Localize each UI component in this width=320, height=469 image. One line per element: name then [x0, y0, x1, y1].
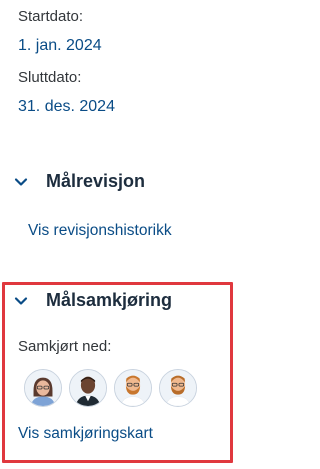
- end-date-value: 31. des. 2024: [18, 98, 115, 115]
- alignment-map-link[interactable]: Vis samkjøringskart: [18, 425, 153, 443]
- aligned-avatars: [24, 369, 197, 407]
- start-date-value: 1. jan. 2024: [18, 37, 102, 54]
- avatar-man-beard-icon[interactable]: [159, 369, 197, 407]
- start-date-label: Startdato:: [18, 8, 84, 25]
- aligned-down-label: Samkjørt ned:: [18, 338, 112, 355]
- chevron-down-icon[interactable]: [14, 175, 28, 189]
- revision-section-header[interactable]: Målrevisjon: [14, 171, 145, 192]
- revision-section-title: Målrevisjon: [46, 171, 146, 191]
- end-date-label: Sluttdato:: [18, 69, 82, 86]
- alignment-section-header[interactable]: Målsamkjøring: [14, 290, 172, 311]
- alignment-section-title: Målsamkjøring: [46, 290, 173, 310]
- avatar-woman-icon[interactable]: [24, 369, 62, 407]
- chevron-down-icon[interactable]: [14, 294, 28, 308]
- avatar-man-dark-icon[interactable]: [69, 369, 107, 407]
- avatar-man-beard-icon[interactable]: [114, 369, 152, 407]
- revision-history-link[interactable]: Vis revisjonshistorikk: [28, 222, 172, 240]
